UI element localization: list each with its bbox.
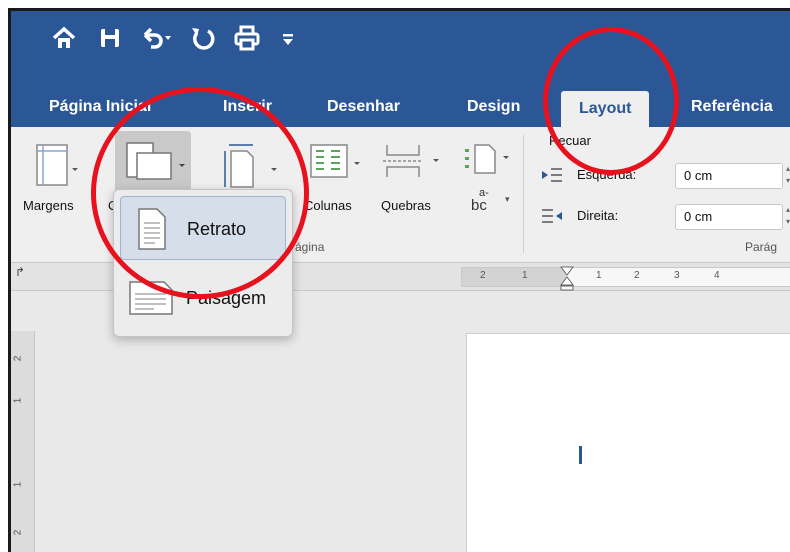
line-numbers-icon [461, 144, 515, 183]
portrait-icon [135, 207, 169, 256]
tab-design[interactable]: Design [467, 87, 520, 127]
save-icon[interactable] [97, 25, 123, 53]
paragraph-caption: Parág [745, 240, 778, 254]
hyphenation-label: bc [471, 197, 487, 214]
margins-label: Margens [23, 198, 74, 213]
ruler-track: 2 1 1 2 3 4 [461, 267, 790, 287]
ribbon-tabs: Página Inicial Inserir Desenhar Design L… [11, 87, 790, 127]
tab-pagina-inicial[interactable]: Página Inicial [49, 87, 151, 127]
indent-marker-icon[interactable] [559, 265, 575, 296]
print-icon[interactable] [233, 25, 261, 53]
indent-right-icon [541, 208, 563, 229]
indent-right-field[interactable]: 0 cm [675, 204, 783, 230]
menu-item-label: Retrato [187, 219, 247, 239]
indent-left-stepper[interactable]: ▴ ▾ [783, 163, 790, 189]
orientation-button[interactable] [115, 131, 191, 193]
customize-icon[interactable] [281, 25, 295, 53]
size-button[interactable] [221, 141, 281, 193]
text-cursor [579, 446, 582, 464]
ruler-tick: 2 [480, 270, 486, 281]
columns-label: Colunas [304, 198, 352, 213]
breaks-icon [379, 145, 443, 197]
ruler-tick: 4 [714, 270, 720, 281]
word-window: Página Inicial Inserir Desenhar Design L… [8, 8, 790, 552]
undo-icon[interactable] [139, 25, 173, 53]
menu-item-label: Paisagem [186, 288, 267, 308]
ruler-tick: 1 [12, 481, 24, 488]
ruler-tick: 3 [674, 270, 680, 281]
tab-desenhar[interactable]: Desenhar [327, 87, 400, 127]
document-page[interactable] [466, 333, 790, 552]
orientation-menu: Retrato Paisagem [113, 189, 293, 337]
tab-referencias[interactable]: Referência [691, 87, 773, 127]
hyphenation-button[interactable]: a- bc ▾ [463, 187, 519, 217]
chevron-down-icon: ▾ [505, 194, 510, 204]
tab-layout[interactable]: Layout [561, 91, 650, 127]
redo-icon[interactable] [189, 25, 215, 53]
breaks-button[interactable] [379, 143, 443, 193]
home-icon[interactable] [51, 25, 77, 53]
margins-button[interactable] [31, 141, 83, 193]
landscape-icon [128, 280, 174, 321]
indent-title: Recuar [549, 133, 591, 148]
tab-stop-icon[interactable]: ↱ [15, 265, 25, 279]
ruler-tick: 2 [12, 529, 24, 536]
ruler-margin [462, 268, 566, 286]
menu-item-retrato[interactable]: Retrato [120, 196, 286, 260]
quick-access-toolbar [11, 11, 790, 87]
indent-right-label: Direita: [577, 208, 619, 223]
margins-icon [31, 144, 81, 195]
group-divider [523, 135, 524, 253]
indent-left-label: Esquerda: [577, 167, 637, 182]
breaks-label: Quebras [381, 198, 431, 213]
ruler-tick: 1 [12, 397, 24, 404]
indent-right-stepper[interactable]: ▴ ▾ [783, 204, 790, 230]
ruler-tick: 2 [12, 355, 24, 362]
menu-item-paisagem[interactable]: Paisagem [120, 266, 286, 330]
ruler-tick: 2 [634, 270, 640, 281]
tab-inserir[interactable]: Inserir [223, 87, 272, 127]
columns-icon [307, 144, 367, 197]
ruler-tick: 1 [596, 270, 602, 281]
columns-button[interactable] [307, 143, 367, 193]
vertical-ruler: 2 1 1 2 [11, 331, 35, 552]
line-numbers-button[interactable] [461, 143, 515, 179]
ruler-tick: 1 [522, 270, 528, 281]
indent-left-field[interactable]: 0 cm [675, 163, 783, 189]
indent-left-icon [541, 167, 563, 188]
